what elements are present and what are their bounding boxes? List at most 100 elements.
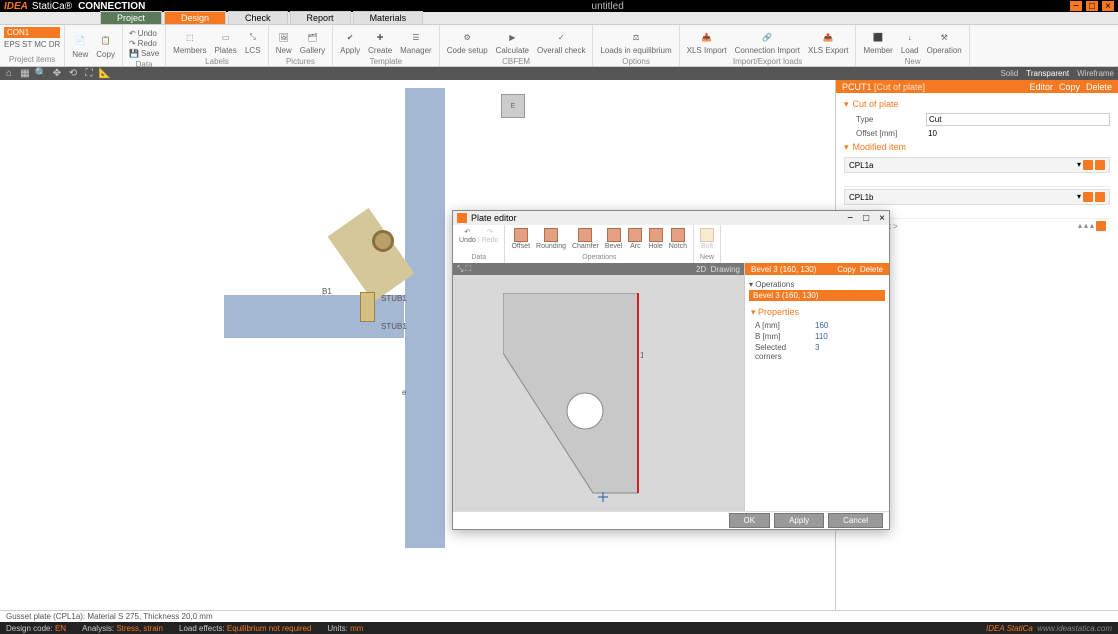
mode-2d[interactable]: 2D [696, 265, 706, 274]
delete-row-icon[interactable] [1095, 160, 1105, 170]
new-load-button[interactable]: ↓Load [898, 27, 922, 57]
dialog-maximize[interactable]: □ [863, 213, 869, 224]
slice-icon[interactable]: ▦ [20, 69, 30, 79]
minimize-button[interactable]: − [1070, 1, 1082, 11]
gusset-plate[interactable] [328, 208, 415, 302]
undo-button[interactable]: ↶ Undo [129, 29, 159, 38]
ops-delete[interactable]: Delete [860, 265, 883, 274]
cancel-button[interactable]: Cancel [828, 513, 883, 528]
chamfer-op-button[interactable]: Chamfer [570, 227, 601, 251]
bevel-op-button[interactable]: Bevel [603, 227, 625, 251]
dialog-titlebar[interactable]: Plate editor − □ × [453, 211, 889, 225]
ops-copy[interactable]: Copy [837, 265, 856, 274]
current-connection-tag[interactable]: CON1 [4, 27, 60, 38]
offset-value[interactable]: 10 [926, 128, 1110, 139]
offset-op-button[interactable]: Offset [509, 227, 532, 251]
chevron-down-icon[interactable]: ▾ [1077, 160, 1081, 170]
manager-button[interactable]: ☰Manager [397, 27, 435, 57]
seg-mc[interactable]: MC [34, 40, 46, 49]
plate-shape[interactable]: 2 1 3 [503, 293, 643, 503]
dialog-close[interactable]: × [879, 213, 885, 224]
seg-st[interactable]: ST [22, 40, 32, 49]
bolt[interactable] [372, 230, 394, 252]
footer-url[interactable]: www.ideastatica.com [1037, 624, 1112, 633]
seg-eps[interactable]: EPS [4, 40, 20, 49]
tab-project[interactable]: Project [100, 11, 162, 24]
zoom-icon[interactable]: 🔍 [36, 69, 46, 79]
item-cpl1b[interactable]: CPL1b ▾ [844, 189, 1110, 205]
new-button[interactable]: 📄New [69, 31, 91, 61]
item-cpl1a[interactable]: CPL1a ▾ [844, 157, 1110, 173]
ops-tree-root[interactable]: ▾ Operations [749, 279, 885, 290]
measure-icon[interactable]: 📐 [100, 69, 110, 79]
apply-button[interactable]: Apply [774, 513, 824, 528]
plates-button[interactable]: ▭Plates [212, 27, 240, 57]
hole-op-button[interactable]: Hole [646, 227, 664, 251]
tab-report[interactable]: Report [290, 11, 351, 24]
edit-icon[interactable] [1083, 160, 1093, 170]
copy-button[interactable]: 📋Copy [93, 31, 118, 61]
rotate-icon[interactable]: ⟲ [68, 69, 78, 79]
delete-row-icon[interactable] [1095, 192, 1105, 202]
align3-icon[interactable]: ▴ [1090, 221, 1094, 231]
chevron-down-icon[interactable]: ▾ [1077, 192, 1081, 202]
units-value[interactable]: mm [350, 624, 363, 633]
calculate-button[interactable]: ▶Calculate [493, 27, 532, 57]
xls-import-button[interactable]: 📥XLS Import [684, 27, 730, 57]
rounding-op-button[interactable]: Rounding [534, 227, 568, 251]
section-cut-of-plate[interactable]: Cut of plate [844, 97, 1110, 112]
pan-icon[interactable]: ✥ [52, 69, 62, 79]
overall-check-button[interactable]: ✓Overall check [534, 27, 588, 57]
prop-corners-value[interactable]: 3 [815, 343, 819, 361]
members-button[interactable]: ⬚Members [170, 27, 209, 57]
viewport-3d[interactable]: B1 STUB1 STUB1 e E Plate editor − □ × ↶U… [0, 80, 835, 610]
redo-button[interactable]: ↷ Redo [129, 39, 159, 48]
bolt-op-button[interactable]: Bolt [698, 227, 716, 251]
tab-check[interactable]: Check [228, 11, 288, 24]
align-icon[interactable]: ▴ [1078, 221, 1082, 231]
section-modified-item[interactable]: Modified item [844, 140, 1110, 155]
align2-icon[interactable]: ▴ [1084, 221, 1088, 231]
dialog-minimize[interactable]: − [847, 213, 853, 224]
load-effects-value[interactable]: Equilibrium not required [227, 624, 312, 633]
view-solid[interactable]: Solid [1000, 69, 1018, 78]
create-template-button[interactable]: ✚Create [365, 27, 395, 57]
ok-button[interactable]: OK [729, 513, 771, 528]
mode-drawing[interactable]: Drawing [711, 265, 740, 274]
column-member[interactable] [405, 88, 445, 548]
maximize-button[interactable]: □ [1086, 1, 1098, 11]
editor-canvas[interactable]: 2 1 3 [453, 275, 744, 511]
beam-member[interactable] [224, 295, 404, 338]
xls-export-button[interactable]: 📤XLS Export [805, 27, 851, 57]
fit-icon[interactable]: ⛶ [84, 69, 94, 79]
loads-equilibrium-button[interactable]: ⚖Loads in equilibrium [597, 27, 674, 57]
close-button[interactable]: × [1102, 1, 1114, 11]
seg-dr[interactable]: DR [49, 40, 61, 49]
lcs-button[interactable]: ⤡LCS [242, 27, 264, 57]
arc-op-button[interactable]: Arc [626, 227, 644, 251]
design-code-value[interactable]: EN [55, 624, 66, 633]
prop-b-value[interactable]: 110 [815, 332, 828, 341]
gallery-button[interactable]: 🗂Gallery [297, 27, 328, 57]
new-member-button[interactable]: ⬛Member [860, 27, 895, 57]
panel-copy-action[interactable]: Copy [1059, 82, 1080, 92]
view-transparent[interactable]: Transparent [1026, 69, 1069, 78]
tab-design[interactable]: Design [164, 11, 226, 24]
editor-redo-button[interactable]: ↷Redo [480, 227, 501, 245]
add-icon[interactable] [1096, 221, 1106, 231]
view-wireframe[interactable]: Wireframe [1077, 69, 1114, 78]
edit-icon[interactable] [1083, 192, 1093, 202]
new-operation-button[interactable]: ⚒Operation [924, 27, 965, 57]
analysis-value[interactable]: Stress, strain [116, 624, 163, 633]
type-value[interactable]: Cut [926, 113, 1110, 126]
ops-tree-bevel[interactable]: Bevel 3 (160, 130) [749, 290, 885, 301]
apply-template-button[interactable]: ✔Apply [337, 27, 363, 57]
tab-materials[interactable]: Materials [353, 11, 424, 24]
notch-op-button[interactable]: Notch [667, 227, 689, 251]
home-icon[interactable]: ⌂ [4, 69, 14, 79]
save-button[interactable]: 💾 Save [129, 49, 159, 58]
canvas-tools-icon[interactable]: ⤡ ⛶ [457, 264, 471, 274]
editor-undo-button[interactable]: ↶Undo [457, 227, 478, 245]
orientation-cube[interactable]: E [501, 94, 525, 118]
code-setup-button[interactable]: ⚙Code setup [444, 27, 491, 57]
